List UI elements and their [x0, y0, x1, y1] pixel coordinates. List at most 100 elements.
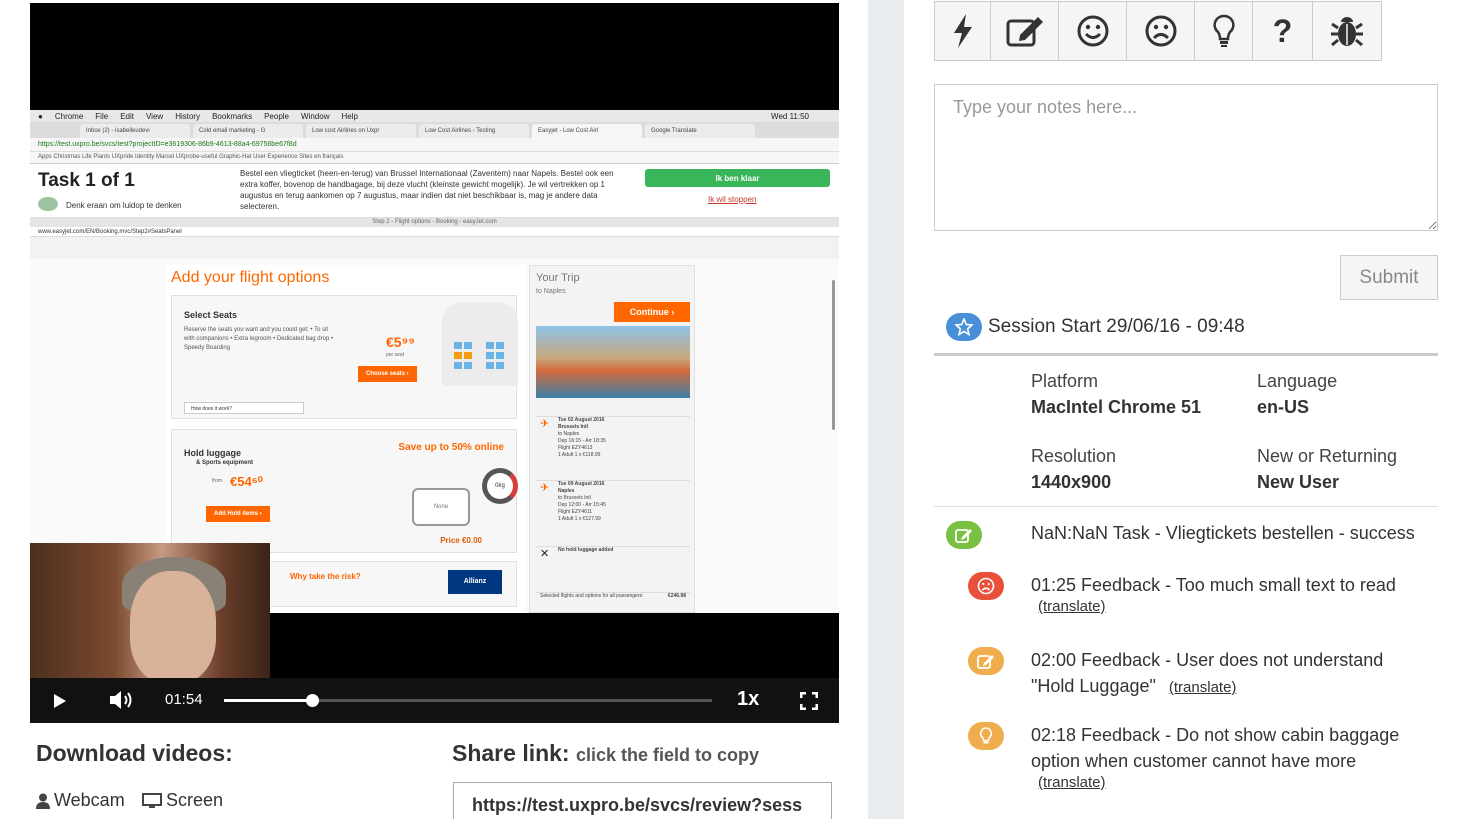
inner-window-title: Step 2 - Flight options - Booking - easy… — [30, 218, 839, 227]
luggage-card: Hold luggage & Sports equipment from €54… — [171, 429, 518, 553]
browser-tab: Low Cost Airlines - Testing — [419, 124, 529, 138]
download-webcam-link[interactable]: Webcam — [36, 790, 125, 811]
smile-button[interactable] — [1059, 2, 1127, 60]
frown-button[interactable] — [1127, 2, 1195, 60]
suitcase-icon: None — [412, 488, 470, 526]
flight-number: Flight EZY4611 — [558, 509, 593, 515]
naples-image — [536, 326, 690, 398]
meta-divider — [934, 506, 1438, 507]
download-webcam-label: Webcam — [54, 790, 125, 810]
mac-menu-item: Chrome — [54, 111, 84, 121]
browser-tab: Low cost Airlines on Uxpr — [306, 124, 416, 138]
translate-link[interactable]: (translate) — [1169, 679, 1237, 696]
progress-fill — [224, 699, 312, 702]
share-link-hint: click the field to copy — [576, 745, 760, 765]
lightbulb-icon — [1212, 14, 1235, 47]
task-title: Task 1 of 1 — [38, 170, 135, 191]
download-videos-title: Download videos: — [36, 740, 233, 766]
plane-icon: ✈ — [540, 482, 550, 494]
star-badge — [946, 313, 982, 341]
frown-icon — [977, 577, 995, 595]
lightning-button[interactable] — [935, 2, 991, 60]
note-type-toolbar: ? — [934, 1, 1382, 61]
submit-button[interactable]: Submit — [1340, 255, 1438, 300]
share-link-field[interactable]: https://test.uxpro.be/svcs/review?sess — [453, 782, 832, 819]
flight-number: Flight EZY4613 — [558, 445, 593, 451]
browser-tab: Cold email marketing - G — [193, 124, 303, 138]
progress-bar[interactable] — [224, 694, 712, 707]
luggage-subtitle: & Sports equipment — [196, 460, 254, 466]
plane-icon: ✈ — [540, 418, 550, 430]
apple-icon: ● — [38, 111, 43, 121]
flight-price: 1 Adult 1 x €118.99 — [558, 452, 601, 458]
luggage-title: Hold luggage — [184, 448, 241, 458]
flight-time: Dep 12:00 - Arr 15:45 — [558, 502, 606, 508]
flight-date: Tue 02 August 2016 — [558, 417, 605, 423]
question-button[interactable]: ? — [1253, 2, 1313, 60]
notes-textarea[interactable] — [934, 84, 1438, 231]
event-item: 02:18 Feedback - Do not show cabin bagga… — [1031, 722, 1441, 791]
current-time: 01:54 — [165, 691, 203, 708]
recording-scrollbar — [832, 280, 835, 430]
event-text: NaN:NaN Task - Vliegtickets bestellen - … — [1031, 523, 1415, 543]
bug-button[interactable] — [1313, 2, 1381, 60]
mac-menu-item: History — [175, 111, 201, 121]
playback-speed-button[interactable]: 1x — [737, 688, 759, 711]
edit-icon — [955, 529, 972, 543]
visitor-type-value: New User — [1257, 472, 1340, 492]
resolution-value: 1440x900 — [1031, 472, 1112, 492]
browser-address-bar: https://test.uxpro.be/svcs/test?projectI… — [30, 138, 839, 152]
session-divider — [934, 353, 1438, 356]
event-badge — [968, 647, 1004, 675]
event-badge — [946, 521, 982, 549]
cross-icon: ✕ — [540, 548, 550, 560]
inner-address: www.easyjet.com/EN/Booking.mvc/Step2#Sea… — [30, 227, 839, 237]
continue-button: Continue › — [614, 302, 690, 322]
speech-icon — [38, 197, 58, 211]
volume-icon[interactable] — [108, 689, 134, 711]
edit-button[interactable] — [991, 2, 1059, 60]
task-description: Bestel een vliegticket (heen-en-terug) v… — [240, 169, 614, 211]
flight-from: Naples — [558, 488, 575, 494]
download-screen-label: Screen — [166, 790, 224, 810]
screen-recording: ● Chrome File Edit View History Bookmark… — [30, 110, 839, 613]
total-row: Selected flights and options for all pas… — [536, 592, 690, 612]
trip-subtitle: to Naples — [536, 288, 566, 295]
seats-title: Select Seats — [184, 310, 238, 320]
mac-menu-item: Bookmarks — [212, 111, 253, 121]
fullscreen-icon[interactable] — [800, 692, 818, 710]
add-hold-items-button: Add Hold items › — [206, 506, 270, 522]
seats-text: Reserve the seats you want and you could… — [184, 327, 334, 351]
flight-price: 1 Adult 1 x €127.99 — [558, 516, 601, 522]
browser-tab: Google Translate — [645, 124, 755, 138]
translate-link[interactable]: (translate) — [1038, 774, 1441, 791]
event-item: 02:00 Feedback - User does not understan… — [1031, 647, 1441, 699]
event-item: 01:25 Feedback - Too much small text to … — [1031, 572, 1441, 615]
lightbulb-button[interactable] — [1195, 2, 1253, 60]
translate-link[interactable]: (translate) — [1038, 598, 1441, 615]
progress-handle[interactable] — [305, 694, 319, 707]
language-label: Language — [1257, 371, 1338, 391]
seats-card: Select Seats Reserve the seats you want … — [171, 295, 518, 419]
mac-menu-item: Window — [301, 111, 330, 121]
play-icon[interactable] — [54, 694, 66, 708]
language-value: en-US — [1257, 397, 1310, 417]
flight-time: Dep 16:15 - Arr 18:35 — [558, 438, 606, 444]
download-screen-link[interactable]: Screen — [142, 790, 223, 811]
weight-gauge: 0kg — [482, 468, 518, 504]
how-it-works-link: How does it work? — [184, 402, 304, 414]
event-text-continued: "Hold Luggage" — [1031, 676, 1156, 696]
luggage-price-total: Price €0.00 — [440, 536, 482, 545]
seats-price-note: per seat — [386, 352, 405, 358]
platform-label: Platform — [1031, 371, 1099, 391]
gauge-label: 0kg — [495, 483, 505, 489]
webcam-overlay — [30, 543, 270, 678]
total-value: €246.98 — [667, 593, 686, 599]
save-up-text: Save up to 50% online — [398, 442, 504, 453]
webcam-person-face — [130, 571, 216, 678]
mac-menu-item: File — [95, 111, 109, 121]
bookmarks-bar: Apps Christmas Life Plants UXpride Ident… — [30, 152, 839, 164]
video-player[interactable]: ● Chrome File Edit View History Bookmark… — [30, 3, 839, 723]
luggage-price: €54⁶⁰ — [230, 474, 263, 489]
task-stop-link: Ik wil stoppen — [708, 195, 757, 204]
